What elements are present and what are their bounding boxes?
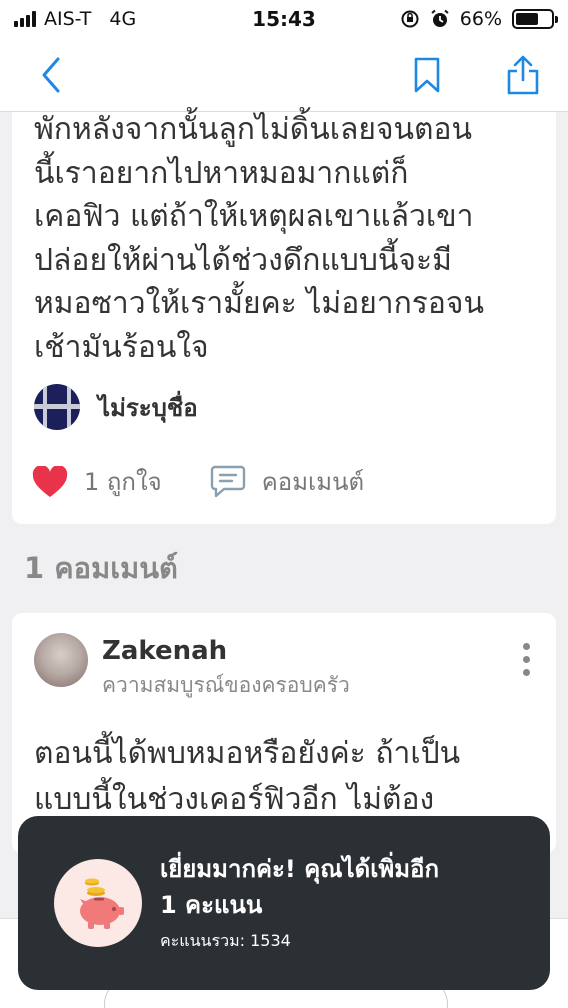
commenter-avatar[interactable] bbox=[34, 633, 88, 687]
battery-percent: 66% bbox=[459, 8, 502, 30]
battery-icon bbox=[512, 9, 558, 29]
post-body-line: พักหลังจากนั้นลูกไม่ดิ้นเลยจนตอน bbox=[34, 112, 473, 147]
piggy-bank-icon bbox=[80, 878, 124, 929]
status-bar: AIS-T 4G 15:43 66% bbox=[0, 0, 568, 38]
post-body-line: นี้เราอยากไปหาหมอมากแต่ก็ bbox=[34, 155, 409, 191]
likes-count: 1 ถูกใจ bbox=[84, 468, 162, 496]
more-options-icon[interactable] bbox=[519, 633, 534, 686]
chevron-left-icon bbox=[42, 57, 60, 92]
commenter-info: Zakenah ความสมบูรณ์ของครอบครัว bbox=[102, 633, 350, 701]
nav-bar bbox=[0, 38, 568, 112]
network-label: 4G bbox=[109, 8, 137, 30]
post-body-line: ปล่อยให้ผ่านได้ช่วงดึกแบบนี้จะมี bbox=[34, 242, 452, 278]
comment-body: ตอนนี้ได้พบหมอหรือยังค่ะ ถ้าเป็น แบบนี้ใ… bbox=[34, 731, 460, 823]
comment-button[interactable]: คอมเมนต์ bbox=[210, 462, 364, 501]
bookmark-button[interactable] bbox=[404, 52, 450, 98]
battery-fill bbox=[516, 13, 539, 25]
toast-points: 1 คะแนน bbox=[160, 891, 263, 919]
post-body-line: เช้ามันร้อนใจ bbox=[34, 329, 209, 365]
nav-actions bbox=[404, 52, 546, 98]
toast-total-points: คะแนนรวม: 1534 bbox=[160, 931, 291, 950]
commenter-name[interactable]: Zakenah bbox=[102, 633, 350, 669]
comment-body-line: ตอนนี้ได้พบหมอหรือยังค่ะ ถ้าเป็น bbox=[34, 736, 461, 771]
comments-count-header: 1 คอมเมนต์ bbox=[24, 551, 178, 585]
post-card: พักหลังจากนั้นลูกไม่ดิ้นเลยจนตอน นี้เราอ… bbox=[12, 112, 556, 524]
author-name: ไม่ระบุชื่อ bbox=[98, 393, 198, 422]
post-body-line: เคอฟิว แต่ถ้าให้เหตุผลเขาแล้วเขา bbox=[34, 199, 474, 234]
comment-label: คอมเมนต์ bbox=[261, 468, 365, 496]
commenter-subtitle: ความสมบูรณ์ของครอบครัว bbox=[102, 673, 350, 697]
post-body-line: หมอซาวให้เรามั้ยคะ ไม่อยากรอจน bbox=[34, 286, 485, 321]
post-body: พักหลังจากนั้นลูกไม่ดิ้นเลยจนตอน นี้เราอ… bbox=[34, 108, 534, 369]
status-right: 66% bbox=[400, 8, 558, 30]
bookmark-icon bbox=[414, 57, 440, 92]
rotation-lock-icon bbox=[401, 10, 419, 28]
points-toast[interactable]: เยี่ยมมากค่ะ! คุณได้เพิ่มอีก 1 คะแนน คะแ… bbox=[18, 816, 550, 990]
anonymous-avatar bbox=[34, 384, 80, 430]
share-button[interactable] bbox=[500, 52, 546, 98]
author-row[interactable]: ไม่ระบุชื่อ bbox=[34, 384, 198, 430]
heart-icon bbox=[32, 465, 68, 497]
comment-icon bbox=[210, 465, 245, 497]
alarm-icon bbox=[431, 9, 449, 27]
comment-header: Zakenah ความสมบูรณ์ของครอบครัว bbox=[34, 633, 534, 701]
status-left: AIS-T 4G bbox=[14, 8, 214, 30]
post-actions: 1 ถูกใจ คอมเมนต์ bbox=[32, 462, 364, 501]
toast-icon-circle bbox=[54, 859, 142, 947]
share-icon bbox=[507, 55, 539, 94]
back-button[interactable] bbox=[28, 52, 74, 98]
like-button[interactable]: 1 ถูกใจ bbox=[32, 462, 162, 501]
toast-title: เยี่ยมมากค่ะ! คุณได้เพิ่มอีก bbox=[160, 855, 439, 883]
signal-icon bbox=[14, 11, 36, 27]
carrier-label: AIS-T bbox=[44, 8, 92, 30]
toast-text: เยี่ยมมากค่ะ! คุณได้เพิ่มอีก 1 คะแนน คะแ… bbox=[160, 851, 439, 955]
